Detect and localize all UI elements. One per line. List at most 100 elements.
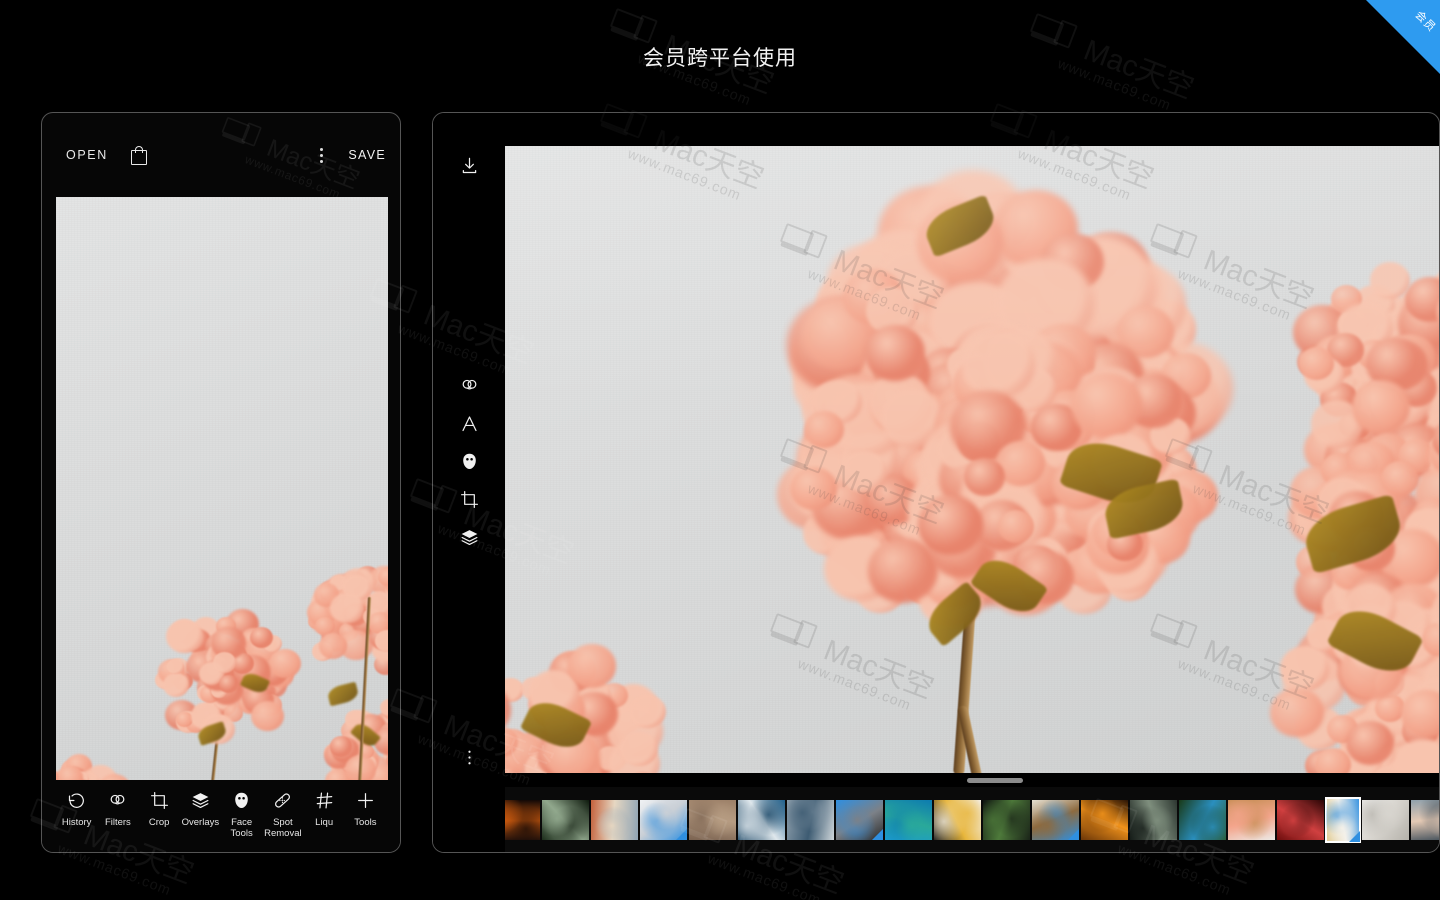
mobile-topbar: OPEN SAVE — [42, 113, 400, 197]
photo-cherry-blossom — [56, 197, 388, 852]
mobile-tool-label: Overlays — [181, 817, 220, 828]
mobile-tool-label: Face Tools — [230, 817, 253, 839]
filmstrip-thumb[interactable] — [1032, 799, 1079, 840]
filters-circles-icon — [459, 375, 480, 401]
thumb-texture — [1130, 799, 1177, 840]
mobile-app-window: OPEN SAVE History Filters Crop Overlays Face… — [41, 112, 401, 853]
more-vertical-icon — [459, 747, 480, 773]
filmstrip-thumb[interactable] — [689, 799, 736, 840]
filmstrip-thumb[interactable] — [934, 799, 981, 840]
mobile-tool-crop[interactable]: Crop — [139, 788, 180, 828]
filmstrip-thumb[interactable] — [1277, 799, 1324, 840]
crop-icon — [149, 788, 170, 812]
mobile-tool-label: History — [61, 817, 92, 828]
thumb-texture — [934, 799, 981, 840]
filmstrip-thumb[interactable] — [591, 799, 638, 840]
face-icon — [459, 451, 480, 477]
filmstrip-thumb[interactable] — [542, 799, 589, 840]
filmstrip-thumb[interactable] — [1228, 799, 1275, 840]
filmstrip-thumb[interactable] — [738, 799, 785, 840]
mobile-photo-canvas[interactable] — [56, 197, 388, 852]
mobile-tool-history[interactable]: History — [56, 788, 97, 828]
thumb-corner-marker — [1068, 828, 1079, 840]
mobile-tool-label: Liqu — [315, 817, 334, 828]
thumb-texture — [787, 799, 834, 840]
blossom-petal — [330, 592, 364, 624]
layers-stack-icon — [459, 527, 480, 553]
thumb-corner-marker — [1349, 830, 1360, 842]
thumb-texture — [1362, 799, 1409, 840]
filmstrip-thumb[interactable] — [787, 799, 834, 840]
filmstrip-thumb[interactable] — [1362, 799, 1409, 840]
mobile-tool-label: Tools — [354, 817, 377, 828]
thumb-texture — [1228, 799, 1275, 840]
thumb-texture — [1411, 799, 1439, 840]
open-button[interactable]: OPEN — [66, 148, 108, 162]
mobile-tool-filters[interactable]: Filters — [97, 788, 138, 828]
mobile-tool-spot-removal[interactable]: Spot Removal — [262, 788, 303, 839]
blossom-petal — [166, 619, 203, 654]
desktop-sidebar-layers[interactable] — [433, 525, 505, 555]
desktop-sidebar-export[interactable] — [433, 153, 505, 183]
download-icon — [459, 155, 480, 181]
filmstrip-thumb[interactable] — [983, 799, 1030, 840]
watermark-url: www.mac69.com — [705, 850, 824, 900]
desktop-sidebar-text[interactable] — [433, 411, 505, 441]
filmstrip-thumb[interactable] — [1411, 799, 1439, 840]
thumb-texture — [885, 799, 932, 840]
desktop-sidebar — [433, 113, 505, 852]
liquify-grid-icon — [314, 788, 335, 812]
thumb-texture — [738, 799, 785, 840]
photo-highlight — [505, 146, 1439, 773]
filmstrip-thumb[interactable] — [885, 799, 932, 840]
filmstrip-thumb[interactable] — [1179, 799, 1226, 840]
thumb-corner-marker — [872, 828, 883, 840]
layers-stack-icon — [190, 788, 211, 812]
mobile-tool-label: Crop — [148, 817, 170, 828]
desktop-photo-canvas[interactable] — [505, 146, 1439, 773]
thumb-texture — [591, 799, 638, 840]
filmstrip-track[interactable] — [493, 796, 1439, 843]
filmstrip-thumb[interactable] — [1130, 799, 1177, 840]
mobile-tool-face-tools[interactable]: Face Tools — [221, 788, 262, 839]
thumb-texture — [1179, 799, 1226, 840]
crop-icon — [459, 489, 480, 515]
filmstrip-thumb[interactable] — [836, 799, 883, 840]
desktop-sidebar-more[interactable] — [433, 745, 505, 775]
thumb-texture — [689, 799, 736, 840]
filmstrip-thumb[interactable] — [640, 799, 687, 840]
screenshot-root: 会员跨平台使用 OPEN SAVE History Filters Crop Over… — [0, 0, 1440, 900]
thumb-corner-marker — [676, 828, 687, 840]
filmstrip: 31 — [433, 787, 1439, 852]
save-button[interactable]: SAVE — [348, 148, 386, 162]
mobile-tool-label: Filters — [104, 817, 131, 828]
mobile-tool-label: Spot Removal — [264, 817, 302, 839]
blossom-petal — [212, 652, 236, 674]
desktop-sidebar-face[interactable] — [433, 449, 505, 479]
mobile-tool-liqu[interactable]: Liqu — [304, 788, 345, 828]
bandage-icon — [272, 788, 293, 812]
more-vertical-icon[interactable] — [320, 147, 324, 163]
text-a-icon — [459, 413, 480, 439]
thumb-texture — [1081, 799, 1128, 840]
mobile-tool-overlays[interactable]: Overlays — [180, 788, 221, 828]
scrollbar-thumb[interactable] — [967, 778, 1023, 783]
filters-circles-icon — [107, 788, 128, 812]
blossom-petal — [163, 673, 189, 697]
thumb-texture — [542, 799, 589, 840]
desktop-sidebar-filters[interactable] — [433, 373, 505, 403]
blossom-petal — [167, 659, 184, 675]
mobile-tool-tools[interactable]: Tools — [345, 788, 386, 828]
shopping-bag-icon[interactable] — [130, 145, 148, 165]
blossom-petal — [330, 736, 353, 757]
desktop-app-window: 31 — [432, 112, 1440, 853]
desktop-sidebar-crop[interactable] — [433, 487, 505, 517]
filmstrip-thumb[interactable] — [1081, 799, 1128, 840]
filmstrip-thumb-selected[interactable] — [1325, 796, 1361, 843]
membership-badge-label: 会员 — [1412, 8, 1439, 35]
plus-icon — [355, 788, 376, 812]
page-title: 会员跨平台使用 — [643, 47, 797, 70]
blossom-petal — [269, 648, 301, 678]
thumb-texture — [983, 799, 1030, 840]
photo-cherry-blossom — [505, 146, 1439, 773]
